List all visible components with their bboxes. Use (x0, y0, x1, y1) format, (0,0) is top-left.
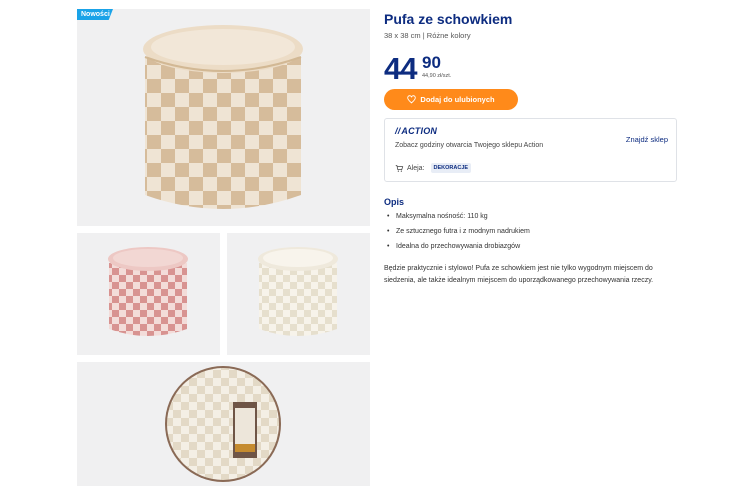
find-store-link[interactable]: Znajdź sklep (626, 135, 668, 144)
packaging-image[interactable] (77, 362, 370, 486)
bullet-item: Ze sztucznego futra i z modnym nadrukiem (384, 227, 530, 242)
cart-icon (395, 164, 404, 172)
bullet-item: Maksymalna nośność: 110 kg (384, 212, 530, 227)
price-per-unit: 44,90 zł/szt. (422, 73, 452, 79)
add-to-favorites-button[interactable]: Dodaj do ulubionych (384, 89, 518, 110)
description-bullets: Maksymalna nośność: 110 kg Ze sztucznego… (384, 212, 530, 257)
aisle-tag: DEKORACJE (430, 163, 472, 173)
product-title: Pufa ze schowkiem (384, 11, 513, 27)
heart-icon (407, 95, 417, 104)
aisle-row: Aleja: DEKORACJE (395, 163, 472, 173)
price-decimal: 90 (422, 53, 441, 72)
price-integer: 44 (384, 51, 417, 86)
pink-variant-image[interactable] (77, 233, 220, 355)
description-text: Będzie praktycznie i stylowo! Pufa ze sc… (384, 265, 654, 284)
product-subtitle: 38 x 38 cm | Różne kolory (384, 31, 471, 40)
bullet-item: Idealna do przechowywania drobiazgów (384, 242, 530, 257)
price: 44 90 44,90 zł/szt. (384, 51, 451, 86)
store-hours-text: Zobacz godziny otwarcia Twojego sklepu A… (395, 142, 544, 149)
product-gallery: Nowości (0, 0, 380, 494)
description-title: Opis (384, 197, 405, 207)
main-product-image[interactable] (77, 9, 370, 226)
add-to-favorites-label: Dodaj do ulubionych (420, 95, 495, 104)
new-badge: Nowości (77, 9, 113, 20)
aisle-label: Aleja: (407, 164, 425, 172)
cream-variant-image[interactable] (227, 233, 370, 355)
action-logo: //ACTION (395, 126, 438, 136)
store-card: //ACTION Znajdź sklep Zobacz godziny otw… (384, 118, 677, 182)
